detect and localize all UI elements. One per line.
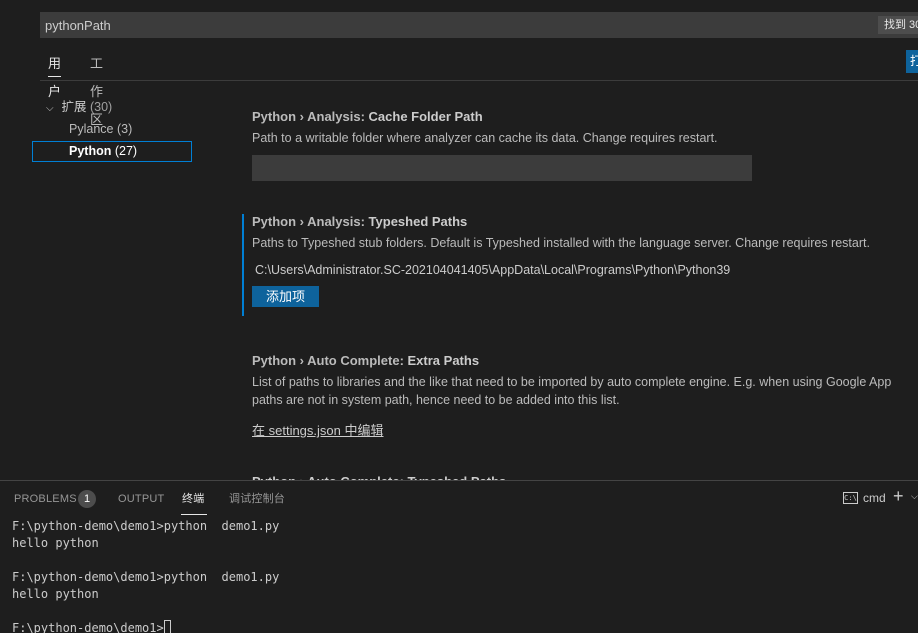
terminal-selector-label: cmd: [863, 491, 886, 505]
cmd-icon: C:\: [843, 492, 858, 504]
setting-description: Path to a writable folder where analyzer…: [252, 131, 718, 145]
tree-group-label: 扩展: [61, 100, 87, 114]
setting-extra-paths: Python › Auto Complete: Extra Paths List…: [252, 352, 918, 440]
terminal-prompt: F:\python-demo\demo1>: [12, 621, 164, 633]
setting-title: Python › Auto Complete: Extra Paths: [252, 352, 918, 370]
terminal-selector[interactable]: C:\ cmd: [843, 491, 886, 505]
tree-group-extensions[interactable]: ⌵ 扩展 (30): [46, 98, 112, 118]
setting-title: Python › Analysis: Typeshed Paths: [252, 213, 918, 231]
tree-group-count: (30): [89, 100, 113, 114]
tab-output[interactable]: OUTPUT: [118, 491, 164, 507]
setting-name: Extra Paths: [407, 353, 480, 368]
search-results-count: 找到 30: [878, 16, 918, 34]
more-actions-button[interactable]: 打: [906, 50, 918, 73]
problems-count-badge: 1: [78, 490, 96, 508]
tree-item-pylance[interactable]: Pylance (3): [32, 119, 192, 140]
setting-category: Python › Auto Complete:: [252, 353, 408, 368]
terminal-output[interactable]: F:\python-demo\demo1>python demo1.py hell…: [12, 518, 279, 633]
cache-folder-path-input[interactable]: [252, 155, 752, 181]
tab-terminal[interactable]: 终端: [182, 491, 204, 507]
tree-item-count: (3): [116, 122, 133, 136]
setting-name: Cache Folder Path: [368, 109, 483, 124]
tree-item-label: Pylance: [69, 122, 114, 136]
terminal-line: hello python: [12, 536, 99, 550]
terminal-cursor: [163, 620, 171, 633]
active-tab-underline: [181, 514, 207, 515]
setting-description-line1: List of paths to libraries and the like …: [252, 375, 892, 389]
setting-name: Typeshed Paths: [368, 214, 468, 229]
typeshed-path-item[interactable]: C:\Users\Administrator.SC-202104041405\A…: [252, 263, 918, 277]
tab-debug-console[interactable]: 调试控制台: [229, 491, 285, 507]
settings-search-bar: 找到 30: [40, 12, 918, 38]
tab-user[interactable]: 用户: [48, 50, 62, 99]
setting-description-line2: paths are not in system path, hence need…: [252, 393, 620, 407]
setting-description: Paths to Typeshed stub folders. Default …: [252, 236, 870, 250]
plus-icon[interactable]: +: [893, 486, 904, 507]
setting-typeshed-paths: Python › Analysis: Typeshed Paths Paths …: [252, 213, 918, 307]
chevron-down-icon: ⌵: [46, 103, 54, 114]
tree-item-count: (27): [114, 144, 138, 158]
setting-category: Python › Analysis:: [252, 109, 369, 124]
terminal-line: F:\python-demo\demo1>python demo1.py: [12, 519, 280, 533]
tab-problems[interactable]: PROBLEMS: [14, 491, 77, 507]
tree-item-label: Python: [69, 144, 112, 158]
tree-item-python[interactable]: Python (27): [32, 141, 192, 162]
focused-setting-indicator: [242, 214, 244, 316]
settings-search-input[interactable]: [40, 12, 870, 38]
terminal-line: F:\python-demo\demo1>python demo1.py: [12, 570, 280, 584]
setting-category: Python › Analysis:: [252, 214, 369, 229]
terminal-line: hello python: [12, 587, 99, 601]
tabs-divider: [40, 80, 918, 81]
terminal-prompt-line: F:\python-demo\demo1>: [12, 620, 279, 633]
chevron-down-icon[interactable]: ⌵: [911, 491, 918, 502]
edit-in-settings-json-link[interactable]: 在 settings.json 中编辑: [252, 420, 384, 439]
setting-cache-folder-path: Python › Analysis: Cache Folder Path Pat…: [252, 108, 918, 181]
bottom-panel: PROBLEMS 1 OUTPUT 终端 调试控制台 C:\ cmd + ⌵ F…: [0, 480, 918, 633]
add-item-button[interactable]: 添加项: [252, 286, 319, 307]
setting-title: Python › Analysis: Cache Folder Path: [252, 108, 918, 126]
